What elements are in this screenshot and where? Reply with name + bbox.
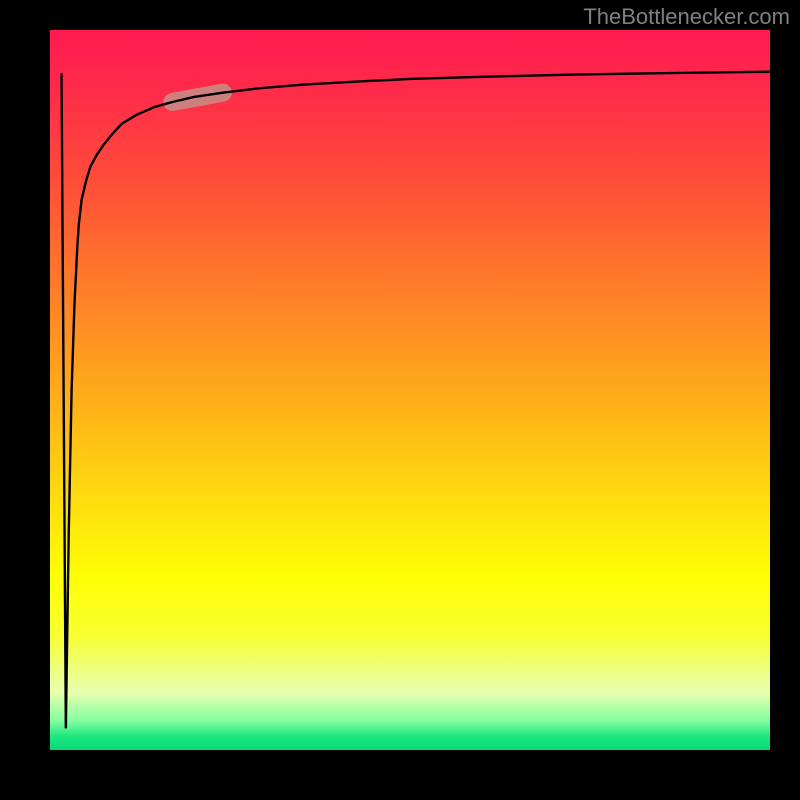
chart-plot-area: [50, 30, 770, 750]
chart-svg-layer: [50, 30, 770, 750]
watermark-text: TheBottlenecker.com: [583, 4, 790, 30]
bottleneck-curve: [62, 72, 770, 729]
